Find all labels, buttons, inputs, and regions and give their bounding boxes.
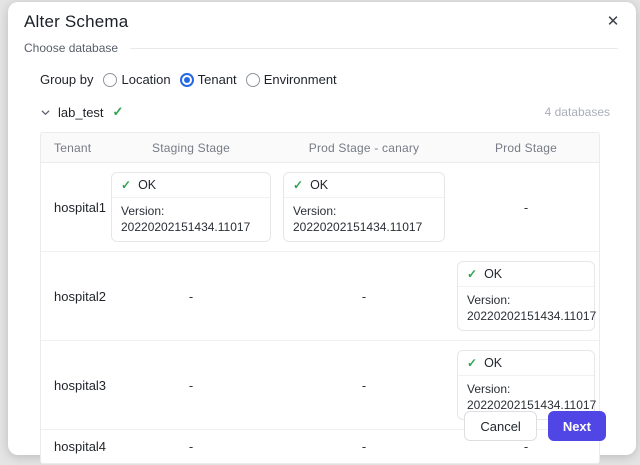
radio-tenant-label: Tenant bbox=[198, 72, 237, 87]
cell-staging: - bbox=[105, 289, 277, 304]
empty-cell-dash: - bbox=[189, 289, 193, 304]
status-card-body: Version: 20220202151434.11017 bbox=[458, 287, 594, 330]
dialog-header: Alter Schema ✕ Choose database bbox=[8, 2, 636, 55]
cell-staging: - bbox=[105, 378, 277, 393]
database-section-header: lab_test ✓ 4 databases bbox=[40, 104, 610, 120]
radio-circle-location[interactable] bbox=[103, 73, 117, 87]
next-button[interactable]: Next bbox=[548, 411, 606, 441]
status-card-body: Version: 20220202151434.11017 bbox=[112, 198, 270, 241]
cell-prod: - bbox=[451, 200, 600, 215]
table-row: hospital2 - - ✓ OK Version: 2 bbox=[41, 252, 599, 341]
check-icon: ✓ bbox=[467, 266, 477, 282]
cell-prod-canary: - bbox=[277, 289, 451, 304]
column-header-prod-stage: Prod Stage bbox=[451, 141, 600, 155]
empty-cell-dash: - bbox=[189, 378, 193, 393]
cell-prod: ✓ OK Version: 20220202151434.11017 bbox=[451, 350, 600, 420]
status-card-header: ✓ OK bbox=[458, 351, 594, 376]
empty-cell-dash: - bbox=[362, 289, 366, 304]
radio-circle-tenant[interactable] bbox=[180, 73, 194, 87]
chevron-down-icon[interactable] bbox=[40, 106, 52, 118]
status-card-header: ✓ OK bbox=[112, 173, 270, 198]
cancel-button[interactable]: Cancel bbox=[464, 411, 536, 441]
version-value: 20220202151434.11017 bbox=[121, 219, 261, 235]
cell-prod: ✓ OK Version: 20220202151434.11017 bbox=[451, 261, 600, 331]
radio-location-label: Location bbox=[121, 72, 170, 87]
cell-prod-canary: - bbox=[277, 439, 451, 454]
column-header-staging-stage: Staging Stage bbox=[105, 141, 277, 155]
alter-schema-dialog: Alter Schema ✕ Choose database Group by … bbox=[8, 2, 636, 455]
version-label: Version: bbox=[467, 381, 585, 397]
group-by-label: Group by bbox=[40, 72, 93, 87]
radio-environment[interactable]: Environment bbox=[246, 72, 337, 87]
dialog-title: Alter Schema bbox=[24, 12, 620, 32]
empty-cell-dash: - bbox=[362, 439, 366, 454]
subtitle-row: Choose database bbox=[24, 41, 620, 55]
status-label: OK bbox=[484, 355, 502, 371]
column-header-prod-stage-canary: Prod Stage - canary bbox=[277, 141, 451, 155]
cell-prod-canary: ✓ OK Version: 20220202151434.11017 bbox=[277, 172, 451, 242]
cell-staging: - bbox=[105, 439, 277, 454]
dialog-subtitle: Choose database bbox=[24, 41, 118, 55]
version-label: Version: bbox=[467, 292, 585, 308]
cell-staging: ✓ OK Version: 20220202151434.11017 bbox=[105, 172, 277, 242]
cell-prod: - bbox=[451, 439, 600, 454]
status-card: ✓ OK Version: 20220202151434.11017 bbox=[457, 350, 595, 420]
check-icon: ✓ bbox=[467, 355, 477, 371]
cell-prod-canary: - bbox=[277, 378, 451, 393]
status-card: ✓ OK Version: 20220202151434.11017 bbox=[111, 172, 271, 242]
check-icon: ✓ bbox=[121, 177, 131, 193]
check-icon: ✓ bbox=[293, 177, 303, 193]
database-name[interactable]: lab_test bbox=[58, 105, 104, 120]
status-card-header: ✓ OK bbox=[458, 262, 594, 287]
table-row: hospital1 ✓ OK Version: 20220202151434.1… bbox=[41, 163, 599, 252]
version-value: 20220202151434.11017 bbox=[293, 219, 435, 235]
status-card: ✓ OK Version: 20220202151434.11017 bbox=[457, 261, 595, 331]
radio-tenant[interactable]: Tenant bbox=[180, 72, 237, 87]
radio-environment-label: Environment bbox=[264, 72, 337, 87]
column-header-tenant: Tenant bbox=[41, 141, 105, 155]
status-label: OK bbox=[310, 177, 328, 193]
check-icon: ✓ bbox=[113, 104, 124, 120]
empty-cell-dash: - bbox=[524, 439, 528, 454]
version-value: 20220202151434.11017 bbox=[467, 308, 585, 324]
database-count: 4 databases bbox=[545, 105, 610, 119]
radio-circle-environment[interactable] bbox=[246, 73, 260, 87]
tenant-name: hospital1 bbox=[41, 200, 105, 215]
tenant-name: hospital4 bbox=[41, 439, 105, 454]
status-label: OK bbox=[138, 177, 156, 193]
status-card-header: ✓ OK bbox=[284, 173, 444, 198]
tenant-name: hospital3 bbox=[41, 378, 105, 393]
group-by-row: Group by Location Tenant Environment bbox=[40, 72, 610, 87]
empty-cell-dash: - bbox=[524, 200, 528, 215]
status-card: ✓ OK Version: 20220202151434.11017 bbox=[283, 172, 445, 242]
status-label: OK bbox=[484, 266, 502, 282]
dialog-footer: Cancel Next bbox=[464, 411, 606, 441]
subtitle-divider bbox=[130, 48, 618, 49]
status-card-body: Version: 20220202151434.11017 bbox=[284, 198, 444, 241]
close-icon[interactable]: ✕ bbox=[602, 10, 624, 32]
empty-cell-dash: - bbox=[189, 439, 193, 454]
version-label: Version: bbox=[293, 203, 435, 219]
dialog-body: Group by Location Tenant Environment lab… bbox=[8, 72, 636, 464]
version-label: Version: bbox=[121, 203, 261, 219]
tenant-name: hospital2 bbox=[41, 289, 105, 304]
empty-cell-dash: - bbox=[362, 378, 366, 393]
table-header-row: Tenant Staging Stage Prod Stage - canary… bbox=[41, 133, 599, 163]
radio-location[interactable]: Location bbox=[103, 72, 170, 87]
